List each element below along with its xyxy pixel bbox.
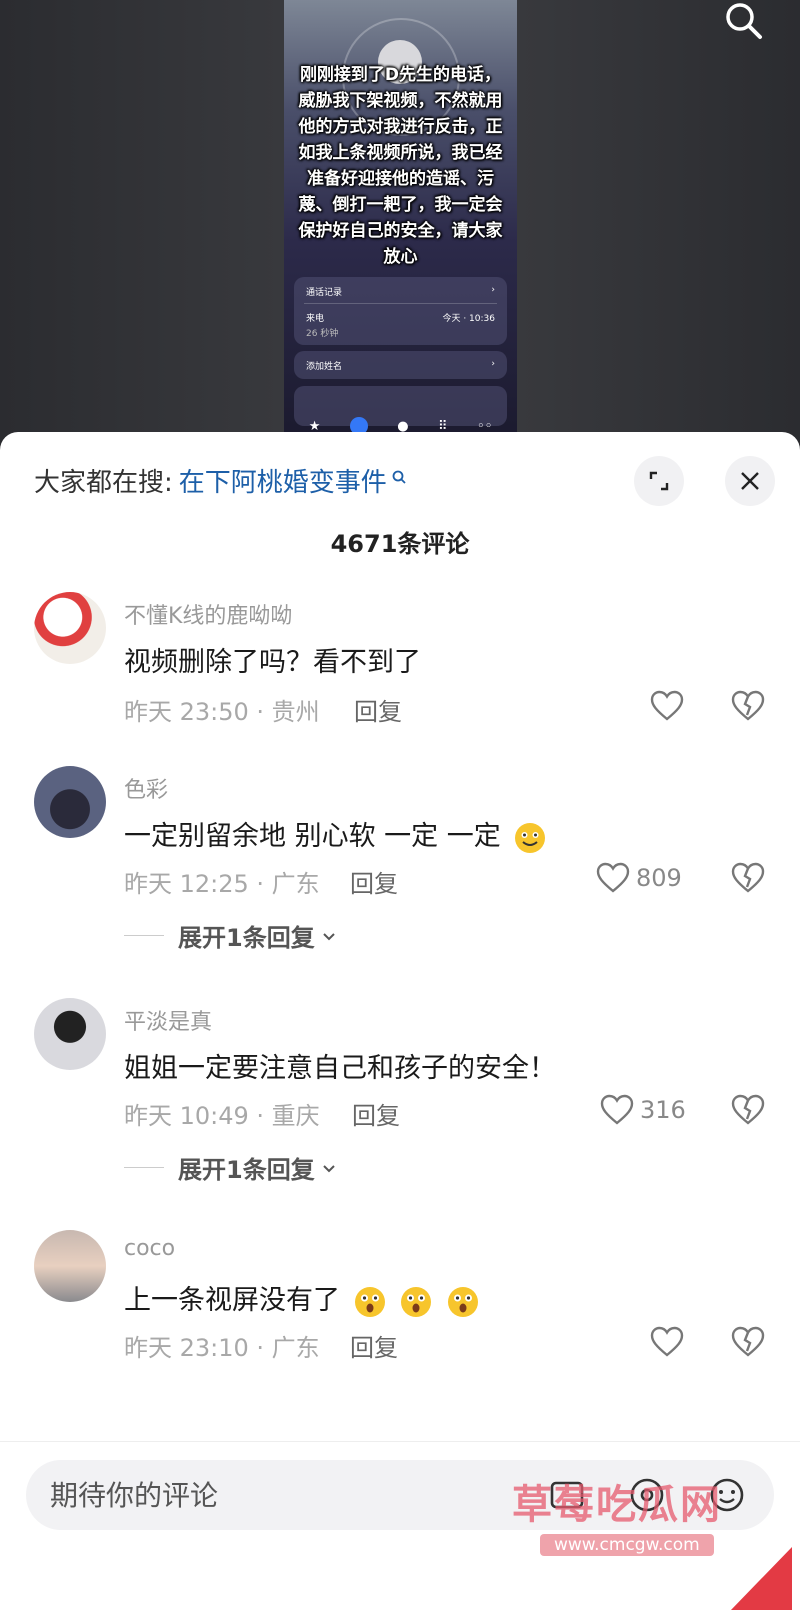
- avatar[interactable]: [34, 998, 106, 1070]
- expand-button[interactable]: [634, 456, 684, 506]
- broken-heart-icon: [731, 690, 765, 721]
- smile-emoji-icon: [515, 822, 546, 853]
- expand-replies-label: 展开1条回复: [178, 924, 315, 952]
- expand-icon: [649, 471, 669, 491]
- dislike-button[interactable]: [731, 690, 765, 726]
- close-button[interactable]: [725, 456, 775, 506]
- corner-badge: [730, 1547, 792, 1610]
- chevron-right-icon: ›: [491, 359, 495, 369]
- close-icon: [741, 472, 759, 490]
- chevron-down-icon: [322, 1164, 335, 1172]
- dislike-button[interactable]: [731, 1094, 765, 1130]
- dislike-button[interactable]: [731, 1326, 765, 1362]
- add-name-card: 添加姓名 ›: [294, 351, 507, 379]
- comment-meta: 昨天 23:10 · 广东: [124, 1334, 320, 1362]
- search-icon[interactable]: [720, 0, 766, 40]
- watermark-logo: 草莓吃瓜网: [512, 1482, 722, 1528]
- comment-meta: 昨天 12:25 · 广东: [124, 870, 320, 898]
- surprised-emoji-icon: [447, 1286, 478, 1317]
- video-player[interactable]: 刚刚接到了D先生的电话，威胁我下架视频，不然就用他的方式对我进行反击，正如我上条…: [0, 0, 800, 440]
- comment-count: 4671条评论: [330, 530, 470, 558]
- comment-panel: 大家都在搜: 在下阿桃婚变事件 4671条评论 不懂K线的鹿呦呦 视频删除了吗？…: [0, 432, 800, 1610]
- call-duration: 26 秒钟: [306, 329, 339, 339]
- comment-meta: 昨天 10:49 · 重庆: [124, 1102, 320, 1130]
- broken-heart-icon: [731, 1326, 765, 1357]
- comment-username[interactable]: 平淡是真: [124, 1004, 212, 1036]
- comment-input[interactable]: [50, 1460, 490, 1530]
- comment-text: 上一条视屏没有了: [124, 1278, 480, 1319]
- like-count: 809: [636, 864, 682, 892]
- hot-search-label: 大家都在搜:: [34, 468, 173, 498]
- comment-username[interactable]: coco: [124, 1236, 175, 1261]
- comment-text: 视频删除了吗？看不到了: [124, 647, 421, 678]
- divider: [124, 1167, 164, 1168]
- surprised-emoji-icon: [401, 1286, 432, 1317]
- avatar[interactable]: [34, 766, 106, 838]
- watermark-url: www.cmcgw.com: [540, 1534, 714, 1556]
- chevron-right-icon: ›: [491, 285, 495, 295]
- reply-button[interactable]: 回复: [352, 1096, 400, 1131]
- hot-search-link[interactable]: 在下阿桃婚变事件: [179, 462, 387, 499]
- broken-heart-icon: [731, 862, 765, 893]
- like-button[interactable]: [650, 1326, 684, 1358]
- chevron-down-icon: [322, 932, 335, 940]
- call-log-card: 通话记录 › 来电 今天 · 10:36 26 秒钟: [294, 277, 507, 345]
- reply-button[interactable]: 回复: [350, 864, 398, 899]
- broken-heart-icon: [731, 1094, 765, 1125]
- reply-button[interactable]: 回复: [354, 692, 402, 727]
- expand-replies-label: 展开1条回复: [178, 1156, 315, 1184]
- call-log-label: 通话记录: [306, 288, 343, 298]
- video-overlay-text: 刚刚接到了D先生的电话，威胁我下架视频，不然就用他的方式对我进行反击，正如我上条…: [298, 65, 503, 267]
- comment-username[interactable]: 不懂K线的鹿呦呦: [124, 598, 292, 630]
- video-frame: 刚刚接到了D先生的电话，威胁我下架视频，不然就用他的方式对我进行反击，正如我上条…: [284, 0, 517, 440]
- heart-icon: [650, 1326, 684, 1357]
- like-count: 316: [640, 1096, 686, 1124]
- heart-icon: [650, 690, 684, 721]
- comment-username[interactable]: 色彩: [124, 772, 168, 804]
- expand-replies-button[interactable]: 展开1条回复: [124, 1150, 337, 1185]
- expand-replies-button[interactable]: 展开1条回复: [124, 918, 337, 953]
- call-time: 今天 · 10:36: [442, 314, 495, 324]
- dislike-button[interactable]: [731, 862, 765, 898]
- like-button[interactable]: 316: [600, 1094, 686, 1126]
- comment-text-body: 一定别留余地 别心软 一定 一定: [124, 821, 501, 852]
- like-button[interactable]: 809: [596, 862, 682, 894]
- heart-icon: [596, 862, 630, 893]
- add-name-label: 添加姓名: [306, 362, 343, 372]
- like-button[interactable]: [650, 690, 684, 722]
- avatar[interactable]: [34, 1230, 106, 1302]
- reply-button[interactable]: 回复: [350, 1328, 398, 1363]
- comment-input-bar: 草莓吃瓜网 www.cmcgw.com: [0, 1441, 800, 1610]
- heart-icon: [600, 1094, 634, 1125]
- surprised-emoji-icon: [354, 1286, 385, 1317]
- comment-text: 姐姐一定要注意自己和孩子的安全！: [124, 1053, 556, 1084]
- comment-text: 一定别留余地 别心软 一定 一定: [124, 814, 547, 855]
- hot-search: 大家都在搜: 在下阿桃婚变事件: [34, 462, 407, 499]
- comment-text-body: 上一条视屏没有了: [124, 1285, 340, 1316]
- avatar[interactable]: [34, 592, 106, 664]
- comment-meta: 昨天 23:50 · 贵州: [124, 698, 320, 726]
- divider: [124, 935, 164, 936]
- call-type: 来电: [306, 314, 325, 324]
- search-icon: [392, 470, 406, 484]
